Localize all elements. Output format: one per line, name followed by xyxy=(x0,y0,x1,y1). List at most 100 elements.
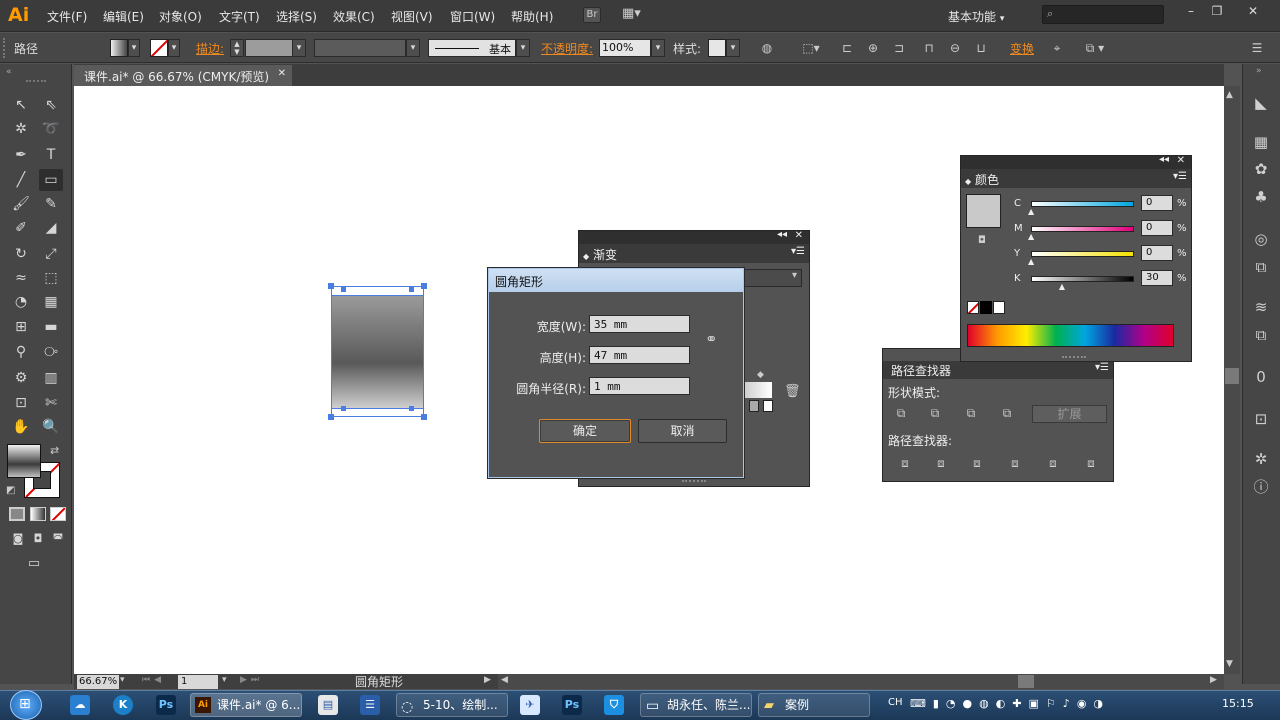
restore-button[interactable]: ❐ xyxy=(1204,3,1230,19)
current-color-swatch[interactable] xyxy=(966,194,1001,228)
minus-front-icon[interactable]: ⧉ xyxy=(926,405,944,421)
handle-top-right[interactable] xyxy=(421,283,427,289)
color-mode-icon[interactable] xyxy=(9,507,25,521)
taskbar-browser[interactable]: ◌ 5-10、绘制... xyxy=(396,693,508,717)
zoom-dropdown-icon[interactable]: ▾ xyxy=(120,675,125,685)
fill-color-swatch[interactable] xyxy=(7,444,41,478)
stroke-weight-input[interactable] xyxy=(245,39,293,57)
black-color-icon[interactable] xyxy=(980,301,992,314)
zoom-tool-icon[interactable]: 🔍 xyxy=(39,416,63,438)
cancel-button[interactable]: 取消 xyxy=(638,419,727,443)
gradient-midpoint-icon[interactable]: ◆ xyxy=(757,370,764,380)
direct-selection-tool-icon[interactable]: ⇖ xyxy=(39,94,63,116)
eraser-tool-icon[interactable]: ◢ xyxy=(39,217,63,239)
minimize-button[interactable]: – xyxy=(1178,3,1204,19)
horizontal-scroll-thumb[interactable] xyxy=(1018,675,1034,688)
expand-dock-icon[interactable]: » xyxy=(1256,66,1262,76)
search-input[interactable]: ⌕ xyxy=(1042,5,1164,24)
outline-icon[interactable]: ⧈ xyxy=(1044,455,1062,471)
align-to-icon[interactable]: ⬚▾ xyxy=(798,40,824,56)
handle-bottom-left[interactable] xyxy=(328,414,334,420)
brush-definition[interactable]: 基本 xyxy=(428,39,516,57)
minus-back-icon[interactable]: ⧈ xyxy=(1082,455,1100,471)
channel-k-thumb[interactable]: ▲ xyxy=(1059,282,1065,291)
channel-y-slider[interactable] xyxy=(1031,251,1134,257)
intersect-icon[interactable]: ⧉ xyxy=(962,405,980,421)
constrain-proportions-icon[interactable]: ⚭ xyxy=(705,330,718,348)
arrange-documents-icon[interactable]: ▦▾ xyxy=(622,7,650,23)
channel-m-slider[interactable] xyxy=(1031,226,1134,232)
close-tab-icon[interactable]: ✕ xyxy=(278,68,286,79)
panel-resize-grip-icon[interactable] xyxy=(682,480,706,482)
height-input[interactable]: 47 mm xyxy=(589,346,690,364)
none-mode-icon[interactable] xyxy=(50,507,66,521)
photoshop-icon[interactable]: Ps xyxy=(156,695,176,715)
artboards-dock-icon[interactable]: ⧉ xyxy=(1250,324,1272,346)
hand-tool-icon[interactable]: ✋ xyxy=(9,416,33,438)
line-tool-icon[interactable]: ╱ xyxy=(9,169,33,191)
align-right-icon[interactable]: ⊐ xyxy=(890,40,908,56)
recolor-artwork-icon[interactable]: ◍ xyxy=(758,40,776,56)
collapse-panel-icon[interactable]: ◂◂ xyxy=(1159,154,1169,165)
brushes-dock-icon[interactable]: ✿ xyxy=(1250,158,1272,180)
horizontal-scrollbar[interactable] xyxy=(498,674,1224,689)
eyedropper-tool-icon[interactable]: ⚲ xyxy=(9,341,33,363)
menu-object[interactable]: 对象(O) xyxy=(159,8,202,25)
none-color-icon[interactable] xyxy=(967,301,979,314)
gradient-stop-right[interactable] xyxy=(763,400,773,412)
document-tab[interactable]: 课件.ai* @ 66.67% (CMYK/预览) ✕ xyxy=(74,65,292,86)
collapse-panel-icon[interactable]: ◂◂ xyxy=(777,229,787,240)
clock[interactable]: 15:15 xyxy=(1222,697,1254,710)
isolate-group-icon[interactable]: ⌖ xyxy=(1048,40,1066,56)
draw-inside-icon[interactable]: ◚ xyxy=(46,528,70,550)
align-left-icon[interactable]: ⊏ xyxy=(838,40,856,56)
navigator-dock-icon[interactable]: ✲ xyxy=(1250,448,1272,470)
radius-input[interactable]: 1 mm xyxy=(589,377,690,395)
k-app-icon[interactable]: K xyxy=(113,695,133,715)
gradient-dock-icon[interactable]: ◣ xyxy=(1250,92,1272,114)
panel-menu-icon[interactable]: ▾☰ xyxy=(1173,171,1187,182)
swatches-dock-icon[interactable]: ▦ xyxy=(1250,131,1272,153)
anchor-point[interactable] xyxy=(409,406,414,411)
crop-icon[interactable]: ⧈ xyxy=(1006,455,1024,471)
channel-c-slider[interactable] xyxy=(1031,201,1134,207)
free-transform-tool-icon[interactable]: ⬚ xyxy=(39,267,63,289)
artboard-dropdown-icon[interactable]: ▾ xyxy=(222,675,227,685)
graphic-style-swatch[interactable] xyxy=(708,39,726,57)
photoshop-icon-2[interactable]: Ps xyxy=(562,695,582,715)
gradient-tool-icon[interactable]: ▬ xyxy=(39,316,63,338)
scroll-left-icon[interactable]: ◀ xyxy=(501,675,508,685)
menu-edit[interactable]: 编辑(E) xyxy=(103,8,144,25)
handle-bottom-right[interactable] xyxy=(421,414,427,420)
exclude-icon[interactable]: ⧉ xyxy=(998,405,1016,421)
input-language[interactable]: CH xyxy=(888,697,903,708)
ok-button[interactable]: 确定 xyxy=(539,419,631,443)
mesh-tool-icon[interactable]: ⊞ xyxy=(9,316,33,338)
next-last-artboard-icon[interactable]: ▶⏭ xyxy=(240,675,263,685)
pathfinder-panel-tab[interactable]: 路径查找器 ▾☰ xyxy=(883,361,1113,379)
vertical-scroll-thumb[interactable] xyxy=(1225,368,1239,384)
artboard-tool-icon[interactable]: ⊡ xyxy=(9,392,33,414)
layers-dock-icon[interactable]: ≋ xyxy=(1250,296,1272,318)
tray-icons[interactable]: ⌨▮◔●◍◐✚▣⚐♪◉◑ xyxy=(910,697,1110,710)
bridge-button[interactable]: Br xyxy=(583,7,601,23)
close-panel-icon[interactable]: ✕ xyxy=(1177,155,1185,166)
start-button[interactable]: ⊞ xyxy=(10,690,42,720)
color-panel-tab[interactable]: ◆ 颜色 ▾☰ xyxy=(961,169,1191,188)
handle-top-left[interactable] xyxy=(328,283,334,289)
close-panel-icon[interactable]: ✕ xyxy=(795,230,803,241)
taskbar-chat[interactable]: ▭ 胡永任、陈兰... xyxy=(640,693,752,717)
menu-help[interactable]: 帮助(H) xyxy=(511,8,553,25)
gradient-mode-icon[interactable] xyxy=(30,507,46,521)
anchor-point[interactable] xyxy=(341,287,346,292)
panel-menu-icon[interactable]: ☰ xyxy=(1248,40,1266,56)
make-envelope-icon[interactable]: ⧉ ▾ xyxy=(1078,40,1112,56)
stroke-label[interactable]: 描边: xyxy=(196,40,224,57)
scroll-right-icon[interactable]: ▶ xyxy=(1210,675,1217,685)
appearance-dock-icon[interactable]: ◎ xyxy=(1250,228,1272,250)
profile-dropdown[interactable]: ▾ xyxy=(406,39,420,57)
opacity-dropdown[interactable]: ▾ xyxy=(651,39,665,57)
stroke-none-swatch[interactable] xyxy=(150,39,168,57)
blend-tool-icon[interactable]: ⧂ xyxy=(39,341,63,363)
symbols-dock-icon[interactable]: ♣ xyxy=(1250,186,1272,208)
